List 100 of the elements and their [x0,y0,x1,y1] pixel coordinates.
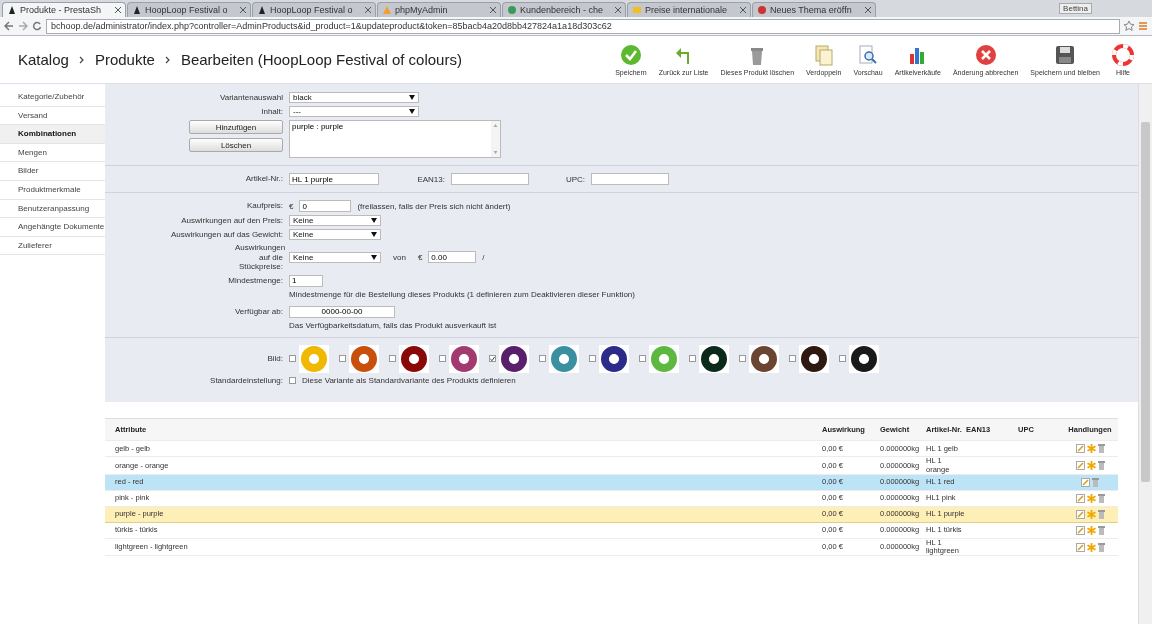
field-label: Variantenauswahl [219,92,283,103]
field-label: Auswirkungen auf das Gewicht: [169,229,283,240]
checkbox[interactable] [489,355,496,363]
caret-icon [409,109,415,114]
weight-impact-select[interactable]: Keine [289,229,381,240]
close-icon[interactable] [490,7,496,13]
upc-input[interactable] [591,173,669,185]
list-option[interactable]: purple : purple [290,121,346,132]
tab-title: HoopLoop Festival o [270,5,354,15]
breadcrumb-item[interactable]: Katalog [18,51,69,68]
asterisk-icon[interactable] [1086,444,1096,454]
envelope-icon [632,5,642,15]
browser-tab[interactable]: HoopLoop Festival o [127,2,251,17]
amount-input[interactable]: 0.00 [428,251,477,264]
star-icon[interactable] [1124,21,1134,31]
checkbox[interactable] [789,355,796,363]
caret-icon [371,218,377,223]
trash-icon[interactable] [1092,477,1099,487]
currency-sign: € [289,201,294,211]
checkbox[interactable] [539,355,546,363]
asterisk-icon[interactable] [1086,525,1096,535]
trash-icon[interactable] [1097,525,1105,535]
checkbox[interactable] [739,355,746,363]
browser-tab[interactable]: Neues Thema eröffn [752,2,876,17]
trash-icon[interactable] [1097,444,1105,454]
content-select[interactable]: --- [289,106,419,117]
date-input[interactable]: 0000-00-00 [289,305,395,318]
asterisk-icon[interactable] [1086,493,1096,503]
price-impact-select[interactable]: Keine [289,215,381,226]
edit-icon[interactable] [1081,477,1090,487]
close-icon[interactable] [615,7,621,13]
reference-input[interactable]: HL 1 purple [289,173,379,185]
documents-icon [812,43,835,66]
trash-icon[interactable] [1097,509,1105,519]
quantity-input[interactable]: 1 [289,274,323,287]
scrollbar-thumb[interactable] [1141,122,1150,482]
edit-icon[interactable] [1075,493,1085,503]
unit-impact-select[interactable]: Keine [289,251,381,263]
edit-icon[interactable] [1075,461,1085,471]
close-icon[interactable] [865,7,871,13]
price-input[interactable]: 0 [299,200,352,212]
field-label: UPC: [564,174,585,184]
field-label: EAN13: [416,174,445,184]
browser-tab[interactable]: HoopLoop Festival o [252,2,376,17]
edit-icon[interactable] [1075,509,1085,519]
field-text: / [482,252,485,262]
checkbox[interactable] [639,355,646,363]
checkbox[interactable] [389,355,396,363]
asterisk-icon[interactable] [1086,461,1096,471]
field-label: Auswirkungen auf die Stückpreise: [234,243,283,272]
chevron-icon [78,55,85,64]
trash-icon[interactable] [1097,461,1105,471]
browser-tab[interactable]: Preise internationale [627,2,751,17]
address-field[interactable]: bchoop.de/administrator/index.php?controller=AdminProducts&id_product=1&updateproduct&token=85bacb4a20d8bb427824a1a18d303c62 [46,18,1120,34]
close-icon[interactable] [365,7,371,13]
edit-icon[interactable] [1075,542,1085,552]
tab-title: Kundenbereich - che [520,5,605,15]
scrollbar-drawing[interactable] [491,121,500,157]
browser-tab[interactable]: Produkte - PrestaSh [2,2,126,17]
close-icon[interactable] [740,7,746,13]
breadcrumb-item: Bearbeiten (HoopLoop Festival of colours) [180,51,462,68]
edit-icon[interactable] [1075,444,1085,454]
menu-icon[interactable] [1138,21,1148,31]
checkbox[interactable] [589,355,596,363]
field-text: von [393,252,406,262]
variant-select[interactable]: black [289,92,419,103]
field-label: Verfügbar ab: [233,307,283,317]
field-hint: Das Verfügbarkeitsdatum, falls das Produkt ausverkauft ist [289,320,497,330]
asterisk-icon[interactable] [1086,542,1096,552]
field-label: Standardeinstellung: [209,375,283,386]
close-icon[interactable] [240,7,246,13]
delete-button[interactable]: Löschen [189,138,283,152]
tab-title: Produkte - PrestaSh [20,5,103,15]
breadcrumb-item[interactable]: Produkte [94,51,155,68]
cancel-icon [974,43,997,66]
checkbox[interactable] [839,355,846,363]
browser-tab[interactable]: phpMyAdmin [377,2,501,17]
asterisk-icon[interactable] [1086,509,1096,519]
field-label: Bild: [266,354,283,364]
field-label: Inhalt: [260,106,283,117]
trash-icon[interactable] [1097,493,1105,503]
sidebar-item[interactable]: Kombinationen [0,125,105,144]
forward-icon[interactable] [18,21,28,31]
browser-tab[interactable]: Kundenbereich - che [502,2,626,17]
checkbox[interactable] [339,355,346,363]
back-icon[interactable] [4,21,14,31]
add-button[interactable]: Hinzufügen [189,120,283,134]
close-icon[interactable] [115,7,121,13]
checkbox[interactable] [289,355,296,363]
edit-icon[interactable] [1075,525,1085,535]
globe-icon [507,5,517,15]
user-name[interactable]: Bettina [1059,3,1092,14]
attribute-list[interactable]: purple : purple [289,120,501,158]
checkbox[interactable] [289,377,296,385]
checkbox[interactable] [689,355,696,363]
currency-sign: € [417,252,423,262]
trash-icon[interactable] [1097,542,1105,552]
ean13-input[interactable] [451,173,529,185]
reload-icon[interactable] [32,21,42,31]
checkbox[interactable] [439,355,446,363]
